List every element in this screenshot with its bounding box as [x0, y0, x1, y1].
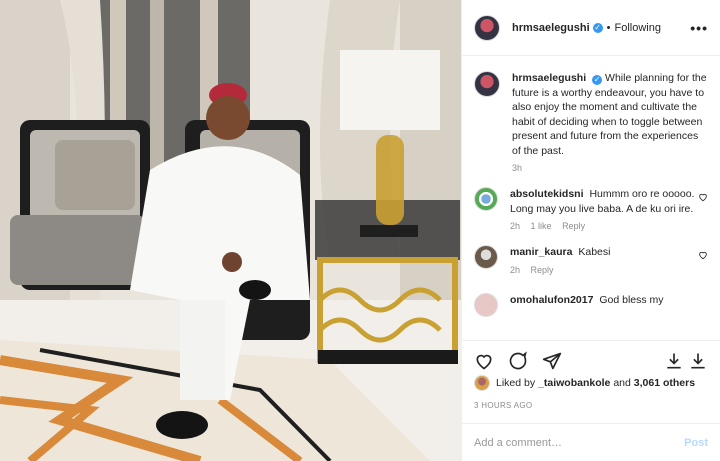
more-options-icon[interactable]: ••• — [690, 20, 708, 36]
share-icon[interactable] — [540, 349, 564, 373]
likes-and: and — [613, 377, 631, 389]
caption-text-block: hrmsaelegushi ✓ While planning for the fu… — [512, 71, 708, 158]
comment-row: absolutekidsni Hummm oro re ooooo. Long … — [474, 187, 708, 231]
liker-avatar[interactable] — [474, 375, 490, 391]
comment-text: Kabesi — [578, 246, 611, 258]
heart-icon[interactable] — [698, 250, 708, 260]
comment-avatar[interactable] — [474, 187, 498, 211]
liker-username[interactable]: _taiwobankole — [538, 377, 610, 389]
following-button[interactable]: Following — [615, 22, 661, 34]
like-icon[interactable] — [472, 349, 496, 373]
author-username[interactable]: hrmsaelegushi — [512, 22, 590, 34]
caption-username[interactable]: hrmsaelegushi — [512, 72, 586, 84]
likes-prefix: Liked by — [496, 377, 536, 389]
reply-button[interactable]: Reply — [562, 221, 585, 231]
comment-text-block: absolutekidsni Hummm oro re ooooo. Long … — [510, 187, 706, 216]
comment-likes[interactable]: 1 like — [531, 221, 552, 231]
comments-list[interactable]: hrmsaelegushi ✓ While planning for the fu… — [462, 57, 720, 340]
comment-row: omohalufon2017 God bless my — [474, 292, 708, 317]
comment-text-block: manir_kaura Kabesi — [510, 245, 706, 260]
author-avatar[interactable] — [474, 14, 500, 41]
post-actions-bar — [462, 340, 720, 380]
post-header: hrmsaelegushi ✓ • Following ••• — [462, 0, 720, 56]
instagram-post-viewer: hrmsaelegushi ✓ • Following ••• hrmsaele… — [0, 0, 720, 461]
comment-meta: 2h Reply — [510, 265, 706, 275]
download-icon[interactable] — [662, 349, 686, 373]
comment-meta: 2h 1 like Reply — [510, 221, 706, 231]
save-bookmark-icon[interactable] — [686, 349, 710, 373]
verified-badge-icon: ✓ — [592, 75, 603, 85]
post-photo-illustration — [0, 0, 461, 461]
comment-icon[interactable] — [506, 349, 530, 373]
caption-time[interactable]: 3h — [512, 163, 522, 173]
separator-dot: • — [606, 21, 611, 34]
comment-username[interactable]: manir_kaura — [510, 246, 572, 258]
reply-button[interactable]: Reply — [531, 265, 554, 275]
likes-summary: Liked by _taiwobankole and 3,061 others — [474, 375, 710, 391]
add-comment-input[interactable] — [474, 436, 685, 449]
comment-time[interactable]: 2h — [510, 221, 520, 231]
comment-text-block: omohalufon2017 God bless my — [510, 293, 706, 308]
likes-count[interactable]: 3,061 others — [634, 377, 695, 389]
post-side-panel: hrmsaelegushi ✓ • Following ••• hrmsaele… — [461, 0, 720, 461]
caption-text: While planning for the future is a worth… — [512, 72, 707, 157]
comment-text: God bless my — [599, 293, 664, 306]
add-comment-bar: Post — [462, 423, 720, 461]
heart-icon[interactable] — [698, 192, 708, 202]
comment-avatar[interactable] — [474, 245, 498, 269]
post-comment-button[interactable]: Post — [684, 437, 708, 449]
caption-avatar[interactable] — [474, 71, 500, 97]
comment-username[interactable]: absolutekidsni — [510, 188, 584, 200]
post-timestamp[interactable]: 3 HOURS AGO — [474, 401, 532, 410]
comment-avatar[interactable] — [474, 292, 498, 317]
comment-time[interactable]: 2h — [510, 265, 520, 275]
post-photo[interactable] — [0, 0, 461, 461]
verified-badge-icon: ✓ — [592, 22, 603, 33]
caption-row: hrmsaelegushi ✓ While planning for the fu… — [474, 71, 708, 173]
comment-username[interactable]: omohalufon2017 — [510, 294, 593, 306]
caption-meta: 3h — [512, 163, 708, 173]
comment-row: manir_kaura Kabesi 2h Reply — [474, 245, 708, 275]
